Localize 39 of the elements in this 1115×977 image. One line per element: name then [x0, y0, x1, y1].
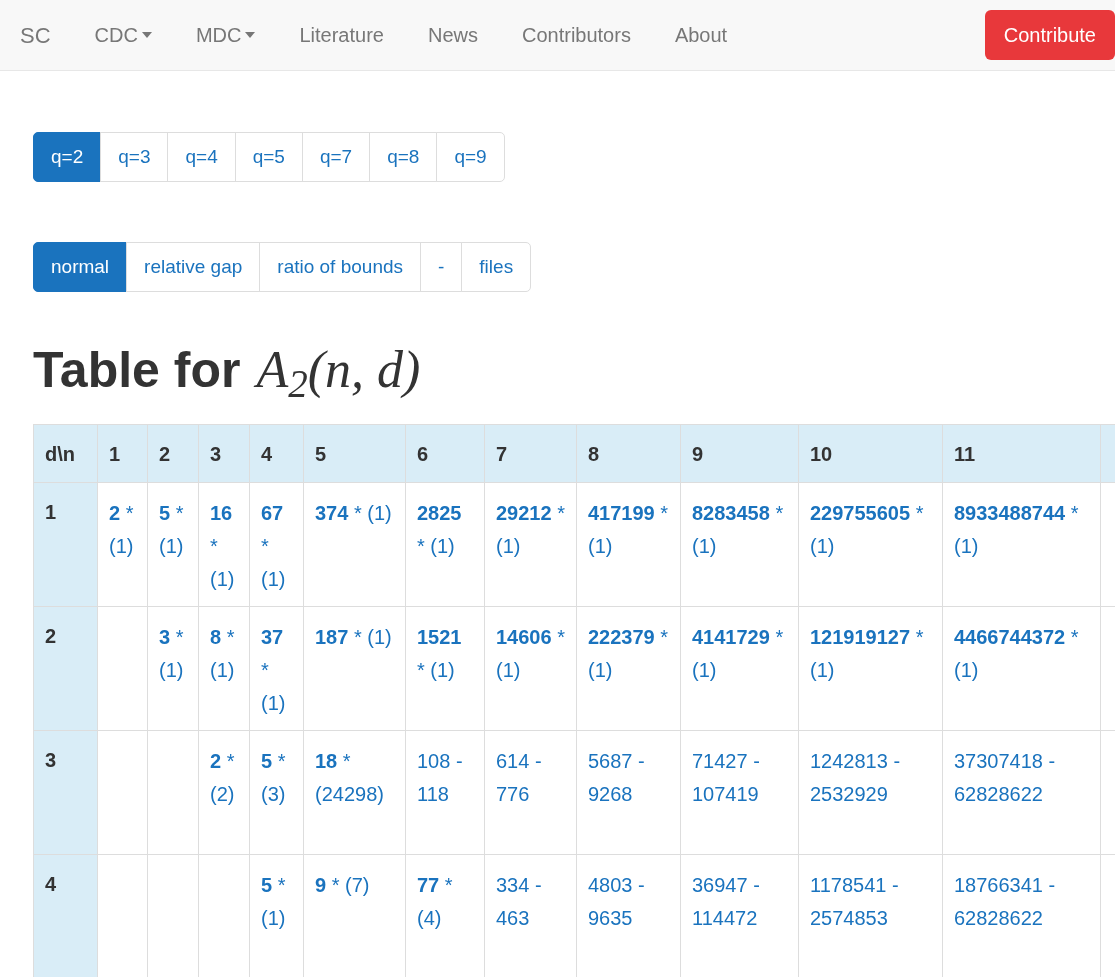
- tab[interactable]: q=4: [167, 132, 236, 182]
- tab[interactable]: normal: [33, 242, 128, 292]
- tab[interactable]: relative gap: [126, 242, 261, 292]
- header-cell: 7: [484, 424, 577, 483]
- header-cell: 1: [97, 424, 148, 483]
- contribute-button[interactable]: Contribute: [984, 10, 1115, 60]
- nav-link[interactable]: MDC: [195, 20, 256, 50]
- header-cell: 6: [405, 424, 485, 483]
- brand-link[interactable]: SC: [20, 18, 51, 52]
- header-cell: 5: [303, 424, 406, 483]
- tab[interactable]: files: [461, 242, 532, 292]
- header-cell: 4: [249, 424, 304, 483]
- header-cell: 10: [798, 424, 943, 483]
- row-header-cell: 1: [33, 482, 98, 607]
- nav-link[interactable]: About: [674, 20, 728, 50]
- table-heading: Table for A$_{2}$(n, d): [33, 344, 422, 396]
- tab[interactable]: q=5: [234, 132, 303, 182]
- tab[interactable]: q=3: [100, 132, 169, 182]
- row-header-cell: 2: [33, 606, 98, 731]
- header-cell: 11: [942, 424, 1101, 483]
- tab[interactable]: -: [420, 242, 463, 292]
- nav-link[interactable]: News: [427, 20, 478, 50]
- nav-link[interactable]: Literature: [299, 20, 384, 50]
- header-cell: 3: [198, 424, 250, 483]
- tab[interactable]: ratio of bounds: [259, 242, 421, 292]
- row-header-cell: 4: [33, 854, 98, 977]
- row-header-cell: 3: [33, 730, 98, 855]
- tab[interactable]: q=9: [436, 132, 505, 182]
- header-cell: d\n: [33, 424, 98, 483]
- tab[interactable]: q=8: [369, 132, 438, 182]
- header-cell: 8: [576, 424, 681, 483]
- nav-link[interactable]: CDC: [94, 20, 152, 50]
- header-cell: 2: [147, 424, 199, 483]
- caret-icon: [245, 32, 256, 38]
- header-cell: 9: [680, 424, 799, 483]
- tab[interactable]: q=2: [33, 132, 102, 182]
- nav-link[interactable]: Contributors: [521, 20, 631, 50]
- caret-icon: [141, 32, 152, 38]
- tab[interactable]: q=7: [301, 132, 371, 182]
